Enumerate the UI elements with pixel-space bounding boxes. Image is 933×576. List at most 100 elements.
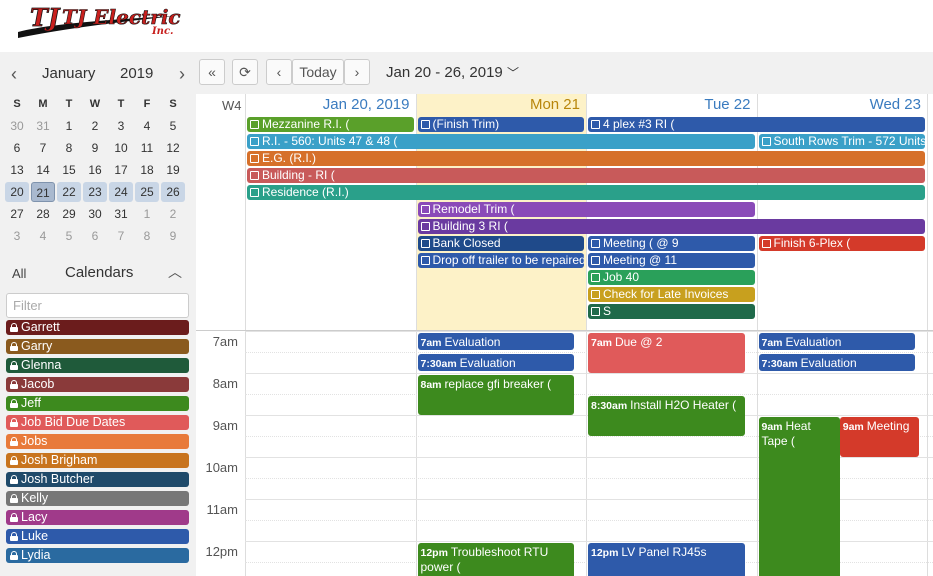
mini-cal-year[interactable]: 2019 [120, 65, 153, 82]
mini-cal-day[interactable]: 3 [5, 226, 29, 246]
allday-event[interactable]: Job 40 [588, 270, 755, 285]
calendar-item[interactable]: Garry [6, 339, 189, 354]
mini-cal-day[interactable]: 2 [161, 204, 185, 224]
allday-event[interactable]: Meeting @ 11 [588, 253, 755, 268]
mini-cal-day[interactable]: 11 [135, 138, 159, 158]
mini-cal-day[interactable]: 29 [57, 204, 81, 224]
mini-cal-day[interactable]: 31 [109, 204, 133, 224]
mini-cal-day[interactable]: 28 [31, 204, 55, 224]
mini-cal-day[interactable]: 3 [109, 116, 133, 136]
all-calendars-toggle[interactable]: All [12, 266, 26, 281]
mini-cal-day[interactable]: 8 [57, 138, 81, 158]
allday-event[interactable]: Drop off trailer to be repaired [417, 253, 584, 268]
allday-event[interactable]: Meeting ( @ 9 [588, 236, 755, 251]
mini-cal-day[interactable]: 31 [31, 116, 55, 136]
timed-event[interactable]: 7am Evaluation [758, 333, 915, 350]
mini-cal-day[interactable]: 24 [109, 182, 133, 202]
refresh-icon[interactable]: ⟳ [232, 59, 258, 85]
day-header[interactable]: Wed 23 [757, 94, 928, 116]
allday-event[interactable]: Finish 6-Plex ( [758, 236, 925, 251]
mini-cal-day[interactable]: 23 [83, 182, 107, 202]
mini-cal-day[interactable]: 22 [57, 182, 81, 202]
mini-cal-day[interactable]: 12 [161, 138, 185, 158]
mini-cal-day[interactable]: 25 [135, 182, 159, 202]
allday-event[interactable]: 4 plex #3 RI ( [588, 117, 925, 132]
timed-event[interactable]: 9am Heat Tape ( [758, 417, 840, 576]
mini-cal-day[interactable]: 4 [135, 116, 159, 136]
timed-event[interactable]: 7am Due @ 2 [588, 333, 745, 373]
allday-event[interactable]: Remodel Trim ( [417, 202, 755, 217]
allday-event[interactable]: E.G. (R.I.) [247, 151, 925, 166]
calendar-item[interactable]: Luke [6, 529, 189, 544]
mini-cal-day[interactable]: 17 [109, 160, 133, 180]
allday-event[interactable]: S [588, 304, 755, 319]
date-range-dropdown[interactable]: Jan 20 - 26, 2019 ﹀ [386, 64, 519, 81]
mini-cal-day[interactable]: 27 [5, 204, 29, 224]
allday-event[interactable]: Bank Closed [417, 236, 584, 251]
allday-event[interactable]: Residence (R.I.) [247, 185, 925, 200]
mini-cal-day[interactable]: 15 [57, 160, 81, 180]
mini-cal-day[interactable]: 13 [5, 160, 29, 180]
mini-cal-day[interactable]: 9 [161, 226, 185, 246]
allday-event[interactable]: Check for Late Invoices [588, 287, 755, 302]
calendar-item[interactable]: Jacob [6, 377, 189, 392]
allday-event[interactable]: Mezzanine R.I. ( [247, 117, 414, 132]
mini-cal-day[interactable]: 6 [5, 138, 29, 158]
timed-event[interactable]: 7:30am Evaluation [758, 354, 915, 371]
prev-month-button[interactable]: ‹ [3, 63, 25, 85]
company-logo[interactable]: TJ TJ Electric Inc. [16, 2, 196, 46]
today-button[interactable]: Today [292, 59, 344, 85]
prev-week-button[interactable]: ‹ [266, 59, 292, 85]
timed-event[interactable]: 9am Meeting [839, 417, 919, 457]
allday-event[interactable]: South Rows Trim - 572 Units 2 [758, 134, 925, 149]
mini-cal-day[interactable]: 20 [5, 182, 29, 202]
mini-cal-day[interactable]: 6 [83, 226, 107, 246]
next-week-button[interactable]: › [344, 59, 370, 85]
allday-event[interactable]: Building - RI ( [247, 168, 925, 183]
timed-event[interactable]: 12pm LV Panel RJ45s [588, 543, 745, 576]
mini-cal-day[interactable]: 4 [31, 226, 55, 246]
mini-cal-day[interactable]: 2 [83, 116, 107, 136]
timed-event[interactable]: 8am replace gfi breaker ( [417, 375, 574, 415]
mini-cal-day[interactable]: 5 [161, 116, 185, 136]
calendar-item[interactable]: Glenna [6, 358, 189, 373]
calendar-item[interactable]: Lydia [6, 548, 189, 563]
mini-cal-day[interactable]: 26 [161, 182, 185, 202]
mini-cal-day[interactable]: 9 [83, 138, 107, 158]
timed-event[interactable]: 7am Evaluation [417, 333, 574, 350]
calendar-item[interactable]: Kelly [6, 491, 189, 506]
mini-cal-month[interactable]: January [42, 65, 95, 82]
allday-event[interactable]: Building 3 RI ( [417, 219, 925, 234]
mini-cal-day[interactable]: 7 [31, 138, 55, 158]
day-header[interactable]: Mon 21 [416, 94, 587, 116]
calendar-item[interactable]: Garrett [6, 320, 189, 335]
timed-event[interactable]: 8:30am Install H2O Heater ( [588, 396, 745, 436]
collapse-sidebar-button[interactable]: « [199, 59, 225, 85]
day-header[interactable]: Jan 20, 2019 [245, 94, 416, 116]
mini-cal-day[interactable]: 16 [83, 160, 107, 180]
mini-cal-day[interactable]: 7 [109, 226, 133, 246]
mini-cal-day[interactable]: 5 [57, 226, 81, 246]
allday-event[interactable]: R.I. - 560: Units 47 & 48 ( [247, 134, 755, 149]
calendar-item[interactable]: Job Bid Due Dates [6, 415, 189, 430]
day-header[interactable]: Tue 22 [586, 94, 757, 116]
mini-cal-day[interactable]: 1 [135, 204, 159, 224]
timed-event[interactable]: 12pm Troubleshoot RTU power ( [417, 543, 574, 576]
mini-cal-day[interactable]: 8 [135, 226, 159, 246]
calendar-item[interactable]: Josh Butcher [6, 472, 189, 487]
mini-cal-day[interactable]: 21 [31, 182, 55, 202]
mini-cal-day[interactable]: 1 [57, 116, 81, 136]
calendar-item[interactable]: Lacy [6, 510, 189, 525]
calendar-filter-input[interactable] [6, 293, 189, 318]
allday-event[interactable]: (Finish Trim) [417, 117, 584, 132]
timed-event[interactable]: 7:30am Evaluation [417, 354, 574, 371]
mini-cal-day[interactable]: 19 [161, 160, 185, 180]
calendar-item[interactable]: Josh Brigham [6, 453, 189, 468]
chevron-up-icon[interactable]: ︿ [168, 262, 182, 282]
mini-cal-day[interactable]: 30 [5, 116, 29, 136]
mini-cal-day[interactable]: 30 [83, 204, 107, 224]
calendar-item[interactable]: Jobs [6, 434, 189, 449]
calendar-item[interactable]: Jeff [6, 396, 189, 411]
mini-cal-day[interactable]: 14 [31, 160, 55, 180]
next-month-button[interactable]: › [171, 63, 193, 85]
